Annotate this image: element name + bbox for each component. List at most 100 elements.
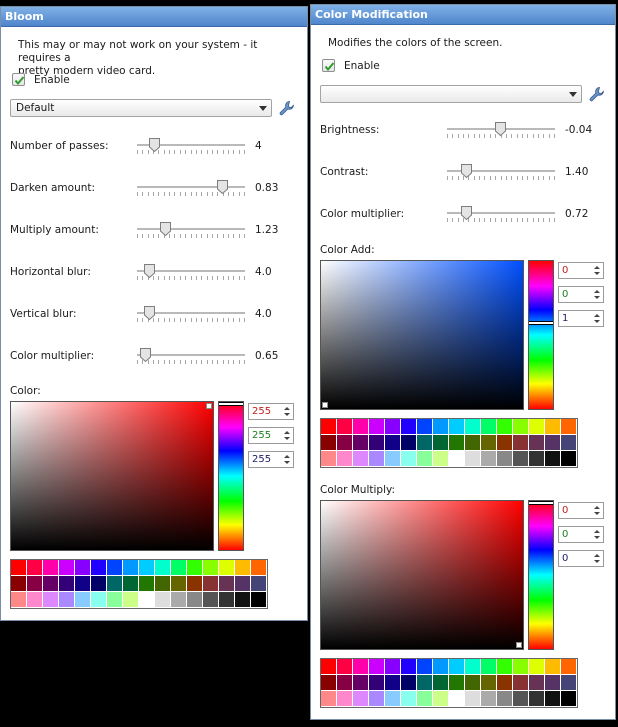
color-swatch[interactable] [449, 675, 465, 691]
color-swatch[interactable] [561, 691, 577, 707]
color-swatch[interactable] [465, 675, 481, 691]
spin-down-icon[interactable] [594, 536, 600, 539]
color-add-picker[interactable] [320, 260, 524, 410]
color-swatch[interactable] [481, 451, 497, 467]
color-swatch[interactable] [481, 659, 497, 675]
color-swatch[interactable] [433, 419, 449, 435]
color-swatch[interactable] [401, 659, 417, 675]
color-swatch[interactable] [59, 592, 75, 608]
color-swatch[interactable] [465, 435, 481, 451]
color-swatch[interactable] [43, 560, 59, 576]
color-swatch[interactable] [497, 691, 513, 707]
bloom-slider-thumb[interactable] [217, 180, 228, 194]
color-swatch[interactable] [123, 592, 139, 608]
color-swatch[interactable] [155, 576, 171, 592]
color-swatch[interactable] [465, 451, 481, 467]
color-swatch[interactable] [513, 675, 529, 691]
color-swatch[interactable] [449, 691, 465, 707]
color-swatch[interactable] [465, 419, 481, 435]
picker-cursor[interactable] [322, 402, 328, 408]
color-swatch[interactable] [321, 451, 337, 467]
color-mod-enable-checkbox[interactable] [322, 59, 335, 72]
color-swatch[interactable] [497, 659, 513, 675]
color-swatch[interactable] [91, 560, 107, 576]
color-swatch[interactable] [401, 675, 417, 691]
color-swatch[interactable] [481, 419, 497, 435]
color-swatch[interactable] [513, 451, 529, 467]
color-swatch[interactable] [91, 592, 107, 608]
color-swatch[interactable] [219, 592, 235, 608]
color-swatch[interactable] [171, 592, 187, 608]
color-swatch[interactable] [561, 659, 577, 675]
bloom-preset-dropdown[interactable]: Default [10, 99, 272, 117]
bloom-blue-input[interactable]: 255 [248, 451, 294, 468]
color-swatch[interactable] [59, 560, 75, 576]
color-swatch[interactable] [449, 419, 465, 435]
spin-up-icon[interactable] [594, 530, 600, 533]
color-swatch[interactable] [385, 435, 401, 451]
color-swatch[interactable] [171, 560, 187, 576]
color-swatch[interactable] [139, 576, 155, 592]
color-swatch[interactable] [433, 435, 449, 451]
color-swatch[interactable] [481, 691, 497, 707]
color-swatch[interactable] [417, 659, 433, 675]
color-add-blue-input[interactable]: 1 [558, 310, 604, 327]
color-swatch[interactable] [321, 675, 337, 691]
color-swatch[interactable] [353, 419, 369, 435]
color-swatch[interactable] [513, 419, 529, 435]
spin-down-icon[interactable] [284, 413, 290, 416]
spin-down-icon[interactable] [594, 560, 600, 563]
spin-down-icon[interactable] [594, 296, 600, 299]
spin-up-icon[interactable] [594, 314, 600, 317]
color-swatch[interactable] [369, 659, 385, 675]
color-add-red-input[interactable]: 0 [558, 262, 604, 279]
color-swatch[interactable] [449, 659, 465, 675]
color-swatch[interactable] [481, 435, 497, 451]
spin-up-icon[interactable] [594, 266, 600, 269]
spin-up-icon[interactable] [284, 455, 290, 458]
color-swatch[interactable] [235, 592, 251, 608]
bloom-green-input[interactable]: 255 [248, 427, 294, 444]
spin-up-icon[interactable] [284, 407, 290, 410]
color-swatch[interactable] [27, 576, 43, 592]
color-swatch[interactable] [545, 659, 561, 675]
color-swatch[interactable] [75, 560, 91, 576]
color-swatch[interactable] [401, 435, 417, 451]
color-swatch[interactable] [321, 435, 337, 451]
color-swatch[interactable] [385, 659, 401, 675]
picker-cursor[interactable] [206, 403, 212, 409]
color-swatch[interactable] [433, 691, 449, 707]
color-swatch[interactable] [353, 691, 369, 707]
color-swatch[interactable] [251, 576, 267, 592]
color-swatch[interactable] [513, 435, 529, 451]
color-swatch[interactable] [321, 419, 337, 435]
color-swatch[interactable] [417, 451, 433, 467]
bloom-slider-track[interactable] [137, 186, 245, 189]
color-swatch[interactable] [139, 560, 155, 576]
spin-down-icon[interactable] [594, 272, 600, 275]
color-multiply-picker[interactable] [320, 500, 524, 650]
color-swatch[interactable] [433, 675, 449, 691]
color-swatch[interactable] [401, 691, 417, 707]
color-swatch[interactable] [11, 592, 27, 608]
color-swatch[interactable] [369, 435, 385, 451]
color-swatch[interactable] [75, 592, 91, 608]
spin-up-icon[interactable] [594, 554, 600, 557]
color-mod-slider-thumb[interactable] [461, 206, 472, 220]
color-swatch[interactable] [107, 576, 123, 592]
color-swatch[interactable] [545, 691, 561, 707]
color-swatch[interactable] [561, 675, 577, 691]
color-swatch[interactable] [417, 675, 433, 691]
color-swatch[interactable] [251, 560, 267, 576]
spin-up-icon[interactable] [284, 431, 290, 434]
spin-up-icon[interactable] [594, 290, 600, 293]
bloom-slider-thumb[interactable] [144, 306, 155, 320]
color-swatch[interactable] [107, 592, 123, 608]
color-swatch[interactable] [203, 560, 219, 576]
color-swatch[interactable] [369, 419, 385, 435]
color-swatch[interactable] [497, 419, 513, 435]
color-swatch[interactable] [353, 435, 369, 451]
color-swatch[interactable] [43, 592, 59, 608]
color-swatch[interactable] [337, 675, 353, 691]
color-multiply-hue-slider[interactable] [528, 500, 554, 650]
